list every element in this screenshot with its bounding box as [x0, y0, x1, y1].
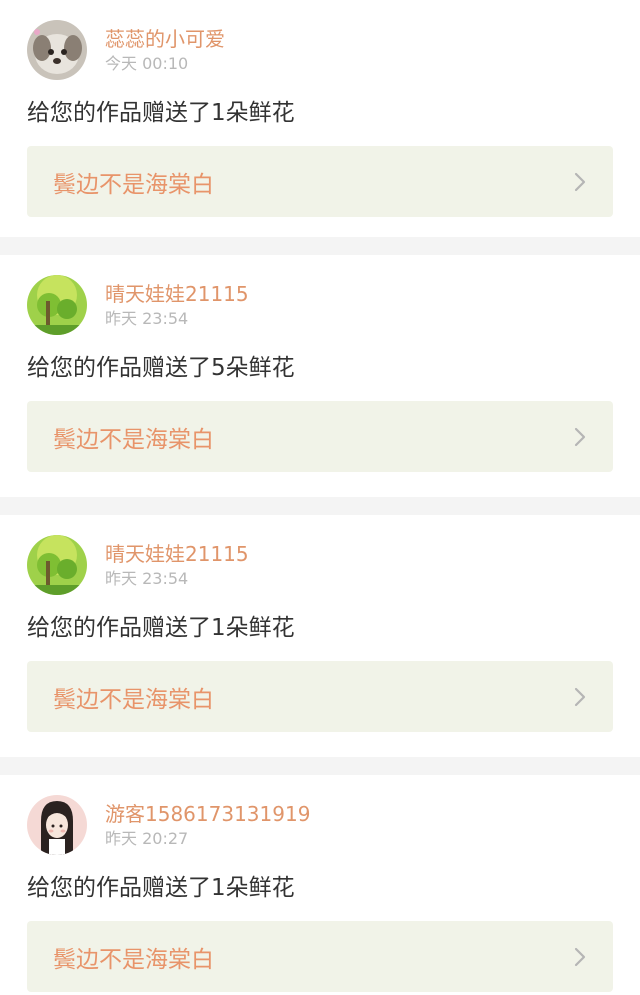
- notification-card: 晴天娃娃21115 昨天 23:54 给您的作品赠送了5朵鲜花 鬓边不是海棠白: [0, 255, 640, 497]
- work-title: 鬓边不是海棠白: [53, 171, 214, 198]
- green-tree-avatar-icon: [27, 275, 87, 335]
- chevron-right-icon: [574, 427, 586, 446]
- timestamp: 今天 00:10: [105, 53, 189, 73]
- chevron-right-icon: [574, 947, 586, 966]
- user-name[interactable]: 蕊蕊的小可爱: [105, 26, 225, 52]
- green-tree-avatar-icon: [27, 535, 87, 595]
- gift-message: 给您的作品赠送了1朵鲜花: [27, 875, 295, 901]
- work-link[interactable]: 鬓边不是海棠白: [27, 661, 613, 732]
- work-link[interactable]: 鬓边不是海棠白: [27, 146, 613, 217]
- timestamp: 昨天 20:27: [105, 828, 189, 848]
- notification-card: 蕊蕊的小可爱 今天 00:10 给您的作品赠送了1朵鲜花 鬓边不是海棠白: [0, 0, 640, 237]
- gift-message: 给您的作品赠送了1朵鲜花: [27, 100, 295, 126]
- work-link[interactable]: 鬓边不是海棠白: [27, 401, 613, 472]
- dog-photo-avatar-icon: [27, 20, 87, 80]
- user-row: 晴天娃娃21115 昨天 23:54: [27, 535, 249, 595]
- user-row: 游客1586173131919 昨天 20:27: [27, 795, 310, 855]
- user-row: 蕊蕊的小可爱 今天 00:10: [27, 20, 225, 80]
- work-title: 鬓边不是海棠白: [53, 946, 214, 973]
- timestamp: 昨天 23:54: [105, 308, 189, 328]
- user-name[interactable]: 游客1586173131919: [105, 801, 310, 827]
- user-avatar[interactable]: [27, 20, 87, 80]
- user-avatar[interactable]: [27, 535, 87, 595]
- chevron-right-icon: [574, 172, 586, 191]
- timestamp: 昨天 23:54: [105, 568, 189, 588]
- gift-notification-feed: 蕊蕊的小可爱 今天 00:10 给您的作品赠送了1朵鲜花 鬓边不是海棠白 晴天娃…: [0, 0, 640, 995]
- user-name[interactable]: 晴天娃娃21115: [105, 541, 249, 567]
- user-name[interactable]: 晴天娃娃21115: [105, 281, 249, 307]
- gift-message: 给您的作品赠送了5朵鲜花: [27, 355, 295, 381]
- user-row: 晴天娃娃21115 昨天 23:54: [27, 275, 249, 335]
- gift-message: 给您的作品赠送了1朵鲜花: [27, 615, 295, 641]
- user-avatar[interactable]: [27, 275, 87, 335]
- girl-illustration-avatar-icon: [27, 795, 87, 855]
- chevron-right-icon: [574, 687, 586, 706]
- notification-card: 晴天娃娃21115 昨天 23:54 给您的作品赠送了1朵鲜花 鬓边不是海棠白: [0, 515, 640, 757]
- notification-card: 游客1586173131919 昨天 20:27 给您的作品赠送了1朵鲜花 鬓边…: [0, 775, 640, 995]
- work-link[interactable]: 鬓边不是海棠白: [27, 921, 613, 992]
- user-avatar[interactable]: [27, 795, 87, 855]
- work-title: 鬓边不是海棠白: [53, 686, 214, 713]
- work-title: 鬓边不是海棠白: [53, 426, 214, 453]
